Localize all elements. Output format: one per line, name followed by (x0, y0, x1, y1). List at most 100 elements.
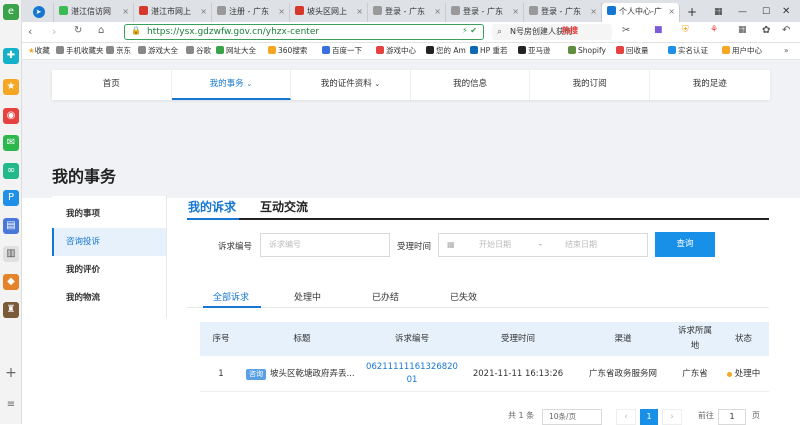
date-range-picker[interactable]: ▦ 开始日期 - 结束日期 (438, 233, 648, 257)
extension-icon[interactable]: ■ (654, 25, 663, 35)
bookmark-label: Shopify (578, 46, 606, 55)
nav-my-affairs[interactable]: 我的事务 ⌄ (171, 70, 292, 100)
close-tab-icon[interactable]: × (590, 3, 597, 21)
nav-home[interactable]: 首页 (52, 70, 172, 100)
table-row[interactable]: 1 咨询 坡头区乾塘政府弄丢... 06211111161326820 01 20… (200, 356, 769, 392)
forward-icon[interactable]: › (52, 25, 56, 38)
close-tab-icon[interactable]: × (122, 3, 129, 21)
apps-icon[interactable]: ✚ (3, 48, 19, 64)
tab-processing[interactable]: 处理中 (294, 290, 321, 303)
bookmark-item[interactable]: Shopify (568, 43, 606, 59)
close-window-icon[interactable]: ✕ (782, 3, 798, 22)
bookmark-item[interactable]: 百度一下 (322, 43, 362, 59)
bookmark-item[interactable]: 手机收藏夹 (56, 43, 104, 59)
game-icon[interactable]: ◆ (3, 274, 19, 290)
notes-icon[interactable]: ▤ (3, 218, 19, 234)
bookmark-item[interactable]: HP 重若 (470, 43, 508, 59)
maximize-icon[interactable]: ☐ (762, 3, 778, 22)
navigate-icon[interactable]: ➤ (24, 3, 54, 22)
prev-page-icon[interactable]: ‹ (616, 409, 636, 425)
nav-my-documents[interactable]: 我的证件资料 ⌄ (291, 70, 411, 100)
bookmark-item[interactable]: 回收量 (616, 43, 649, 59)
add-icon[interactable]: + (3, 365, 19, 381)
tab-my-requests[interactable]: 我的诉求 (188, 198, 236, 215)
browser-tab[interactable]: 湛江市网上 × (134, 3, 212, 22)
minimize-icon[interactable]: — (738, 3, 754, 22)
weibo-icon[interactable]: ◉ (3, 108, 19, 124)
bookmark-item[interactable]: 360搜索 (268, 43, 307, 59)
security-shield-icon[interactable]: ⚡ ✔ (462, 26, 477, 35)
favorites-icon[interactable]: ★ (3, 79, 19, 95)
page-size-select[interactable]: 10条/页 (542, 409, 602, 425)
sidebar-item-my-matters[interactable]: 我的事项 (52, 200, 166, 228)
sidebar-item-my-logistics[interactable]: 我的物流 (52, 284, 166, 312)
bookmark-item[interactable]: 亚马逊 (518, 43, 551, 59)
tab-list-icon[interactable]: ▦ (714, 3, 730, 22)
settings-icon[interactable]: ✿ (762, 25, 770, 36)
menu-icon[interactable]: ≡ (3, 397, 19, 413)
bookmark-item[interactable]: 游戏大全 (138, 43, 178, 59)
grid-icon[interactable]: ▦ (738, 25, 747, 35)
bookmark-item[interactable]: 实名认证 (668, 43, 708, 59)
shield-icon[interactable]: ⛨ (682, 25, 689, 35)
document-icon[interactable]: ▥ (3, 246, 19, 262)
hot-search-label[interactable]: 热搜 (562, 25, 578, 36)
bookmark-item[interactable]: 京东 (106, 43, 131, 59)
cloud-icon[interactable]: ∞ (3, 163, 19, 179)
next-page-icon[interactable]: › (662, 409, 682, 425)
game-ext-icon[interactable]: ⚘ (710, 25, 718, 35)
table-header: 序号 标题 诉求编号 受理时间 渠道 诉求所属地 状态 (200, 322, 769, 356)
browser-tab[interactable]: 湛江信访网 × (54, 3, 134, 22)
sidebar-item-my-reviews[interactable]: 我的评价 (52, 256, 166, 284)
reload-icon[interactable]: ↻ (74, 25, 82, 36)
folder-icon (56, 46, 64, 54)
row-title-cell[interactable]: 咨询 坡头区乾塘政府弄丢... (242, 356, 362, 392)
browser-tab[interactable]: 登录 - 广东 × (368, 3, 446, 22)
url-field[interactable]: 🔒 https://ysx.gdzwfw.gov.cn/yhzx-center … (124, 24, 484, 40)
browser-tab[interactable]: 注册 - 广东 × (212, 3, 290, 22)
tab-completed[interactable]: 已办结 (372, 290, 399, 303)
browser-tab[interactable]: 坡头区网上 × (290, 3, 368, 22)
request-code-input[interactable]: 诉求编号 (260, 233, 390, 257)
mail-icon[interactable]: ✉ (3, 135, 19, 151)
nav-my-subscriptions[interactable]: 我的订阅 (530, 70, 650, 100)
back-icon[interactable]: ‹ (28, 25, 32, 38)
tab-interaction[interactable]: 互动交流 (260, 198, 308, 215)
close-tab-icon[interactable]: × (434, 3, 441, 21)
row-code-link[interactable]: 06211111161326820 01 (362, 356, 462, 392)
more-bookmarks-icon[interactable]: » (784, 43, 789, 59)
col-channel: 渠道 (614, 333, 632, 344)
browser-tab[interactable]: 登录 - 广东 × (524, 3, 602, 22)
browser-tab[interactable]: 登录 - 广东 × (446, 3, 524, 22)
bookmark-label: 收藏 (34, 46, 50, 55)
p-app-icon[interactable]: P (3, 190, 19, 206)
close-tab-icon[interactable]: × (668, 3, 675, 21)
browser-logo-icon[interactable]: e (3, 4, 19, 20)
bookmark-item[interactable]: 您的 Am (426, 43, 466, 59)
nav-my-info[interactable]: 我的信息 (411, 70, 531, 100)
tab-all-requests[interactable]: 全部诉求 (213, 290, 249, 303)
new-tab-icon[interactable]: + (684, 3, 700, 22)
close-tab-icon[interactable]: × (278, 3, 285, 21)
sidebar-item-consult-complaint[interactable]: 咨询投诉 (52, 228, 166, 256)
game2-icon[interactable]: ♜ (3, 302, 19, 318)
undo-icon[interactable]: ↶ (782, 25, 790, 36)
tab-expired[interactable]: 已失效 (450, 290, 477, 303)
bookmark-item[interactable]: 游戏中心 (376, 43, 416, 59)
page-current[interactable]: 1 (640, 409, 658, 425)
home-icon[interactable]: ⌂ (98, 25, 104, 36)
browser-tab-active[interactable]: 个人中心-广 × (602, 3, 680, 22)
goto-page-input[interactable]: 1 (718, 409, 746, 425)
bookmark-item[interactable]: ★收藏 (28, 43, 50, 59)
query-button[interactable]: 查询 (655, 232, 715, 257)
bookmark-item[interactable]: 谷歌 (186, 43, 211, 59)
tab-favicon-icon (529, 6, 538, 15)
nav-my-footprints[interactable]: 我的足迹 (650, 70, 770, 100)
close-tab-icon[interactable]: × (512, 3, 519, 21)
cut-icon[interactable]: ✂ (622, 25, 630, 36)
close-tab-icon[interactable]: × (356, 3, 363, 21)
close-tab-icon[interactable]: × (200, 3, 207, 21)
bookmark-item[interactable]: 网址大全 (216, 43, 256, 59)
bookmark-item[interactable]: 用户中心 (722, 43, 762, 59)
search-box[interactable]: ⌕ N号房创建人获刑 (492, 24, 612, 40)
